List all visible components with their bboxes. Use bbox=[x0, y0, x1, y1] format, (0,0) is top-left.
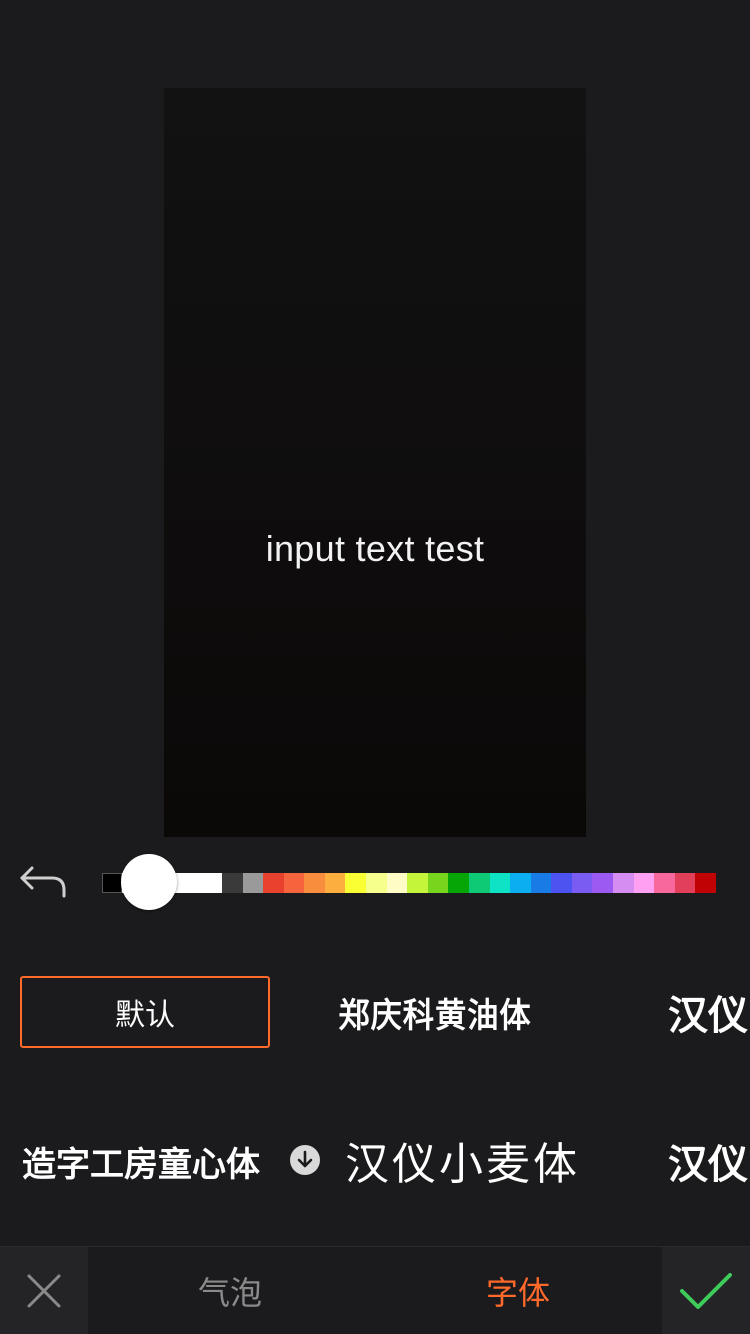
font-option-default[interactable]: 默认 bbox=[20, 976, 270, 1048]
font-option-hanyi-partial-label: 汉仪 bbox=[668, 993, 748, 1039]
color-swatch[interactable] bbox=[345, 873, 367, 893]
color-swatch[interactable] bbox=[283, 873, 305, 893]
font-option-default-label: 默认 bbox=[115, 998, 175, 1033]
color-swatch[interactable] bbox=[448, 873, 469, 893]
color-swatch[interactable] bbox=[366, 873, 387, 893]
cancel-button[interactable] bbox=[0, 1247, 88, 1334]
color-swatch[interactable] bbox=[489, 873, 511, 893]
color-swatch[interactable] bbox=[102, 873, 122, 893]
font-option-hanyi-partial[interactable]: 汉仪 bbox=[668, 976, 750, 1048]
tab-font[interactable]: 字体 bbox=[458, 1247, 578, 1334]
color-swatch[interactable] bbox=[592, 873, 613, 893]
color-swatch[interactable] bbox=[674, 873, 696, 893]
download-arrow-icon bbox=[290, 1145, 320, 1175]
font-option-hanyi-partial-2-label: 汉仪 bbox=[668, 1142, 748, 1188]
checkmark-icon bbox=[680, 1273, 732, 1309]
tab-bubble-label: 气泡 bbox=[197, 1274, 262, 1312]
color-swatch[interactable] bbox=[304, 873, 325, 893]
video-preview[interactable]: input text test bbox=[164, 88, 586, 837]
color-swatch[interactable] bbox=[530, 873, 552, 893]
text-editor-screen: input text test 默认 郑庆科黄油体 汉仪 造字工房童心体 汉仪小… bbox=[0, 0, 750, 1334]
color-swatch[interactable] bbox=[633, 873, 655, 893]
color-swatch[interactable] bbox=[654, 873, 675, 893]
color-swatch[interactable] bbox=[427, 873, 449, 893]
tab-font-label: 字体 bbox=[485, 1274, 550, 1312]
font-option-zaozigongfang[interactable]: 造字工房童心体 bbox=[22, 1126, 260, 1196]
color-swatch[interactable] bbox=[263, 873, 284, 893]
bottom-toolbar: 气泡 字体 bbox=[0, 1246, 750, 1334]
tab-bubble[interactable]: 气泡 bbox=[170, 1247, 290, 1334]
overlay-text[interactable]: input text test bbox=[164, 528, 586, 570]
color-swatch[interactable] bbox=[222, 873, 243, 893]
color-swatch[interactable] bbox=[468, 873, 490, 893]
download-icon[interactable] bbox=[290, 1145, 320, 1175]
font-option-zhengqingke[interactable]: 郑庆科黄油体 bbox=[338, 976, 531, 1048]
color-swatch[interactable] bbox=[510, 873, 531, 893]
color-swatch[interactable] bbox=[407, 873, 428, 893]
font-option-zhengqingke-label: 郑庆科黄油体 bbox=[338, 995, 532, 1036]
confirm-button[interactable] bbox=[662, 1247, 750, 1334]
undo-button[interactable] bbox=[18, 860, 70, 906]
color-swatch[interactable] bbox=[324, 873, 346, 893]
color-swatch[interactable] bbox=[571, 873, 593, 893]
font-option-hanyi-partial-2[interactable]: 汉仪 bbox=[668, 1126, 750, 1196]
font-option-zaozigongfang-label: 造字工房童心体 bbox=[22, 1144, 260, 1185]
color-swatch[interactable] bbox=[695, 873, 716, 893]
font-option-hanyi-xiaomai-label: 汉仪小麦体 bbox=[345, 1139, 580, 1190]
color-swatch[interactable] bbox=[242, 873, 264, 893]
color-swatch[interactable] bbox=[551, 873, 572, 893]
close-icon bbox=[27, 1274, 61, 1308]
font-option-hanyi-xiaomai[interactable]: 汉仪小麦体 bbox=[345, 1120, 585, 1200]
color-swatch[interactable] bbox=[386, 873, 408, 893]
color-palette[interactable] bbox=[102, 873, 716, 893]
color-slider-knob[interactable] bbox=[121, 854, 177, 910]
undo-icon bbox=[20, 866, 66, 898]
color-swatch[interactable] bbox=[612, 873, 634, 893]
